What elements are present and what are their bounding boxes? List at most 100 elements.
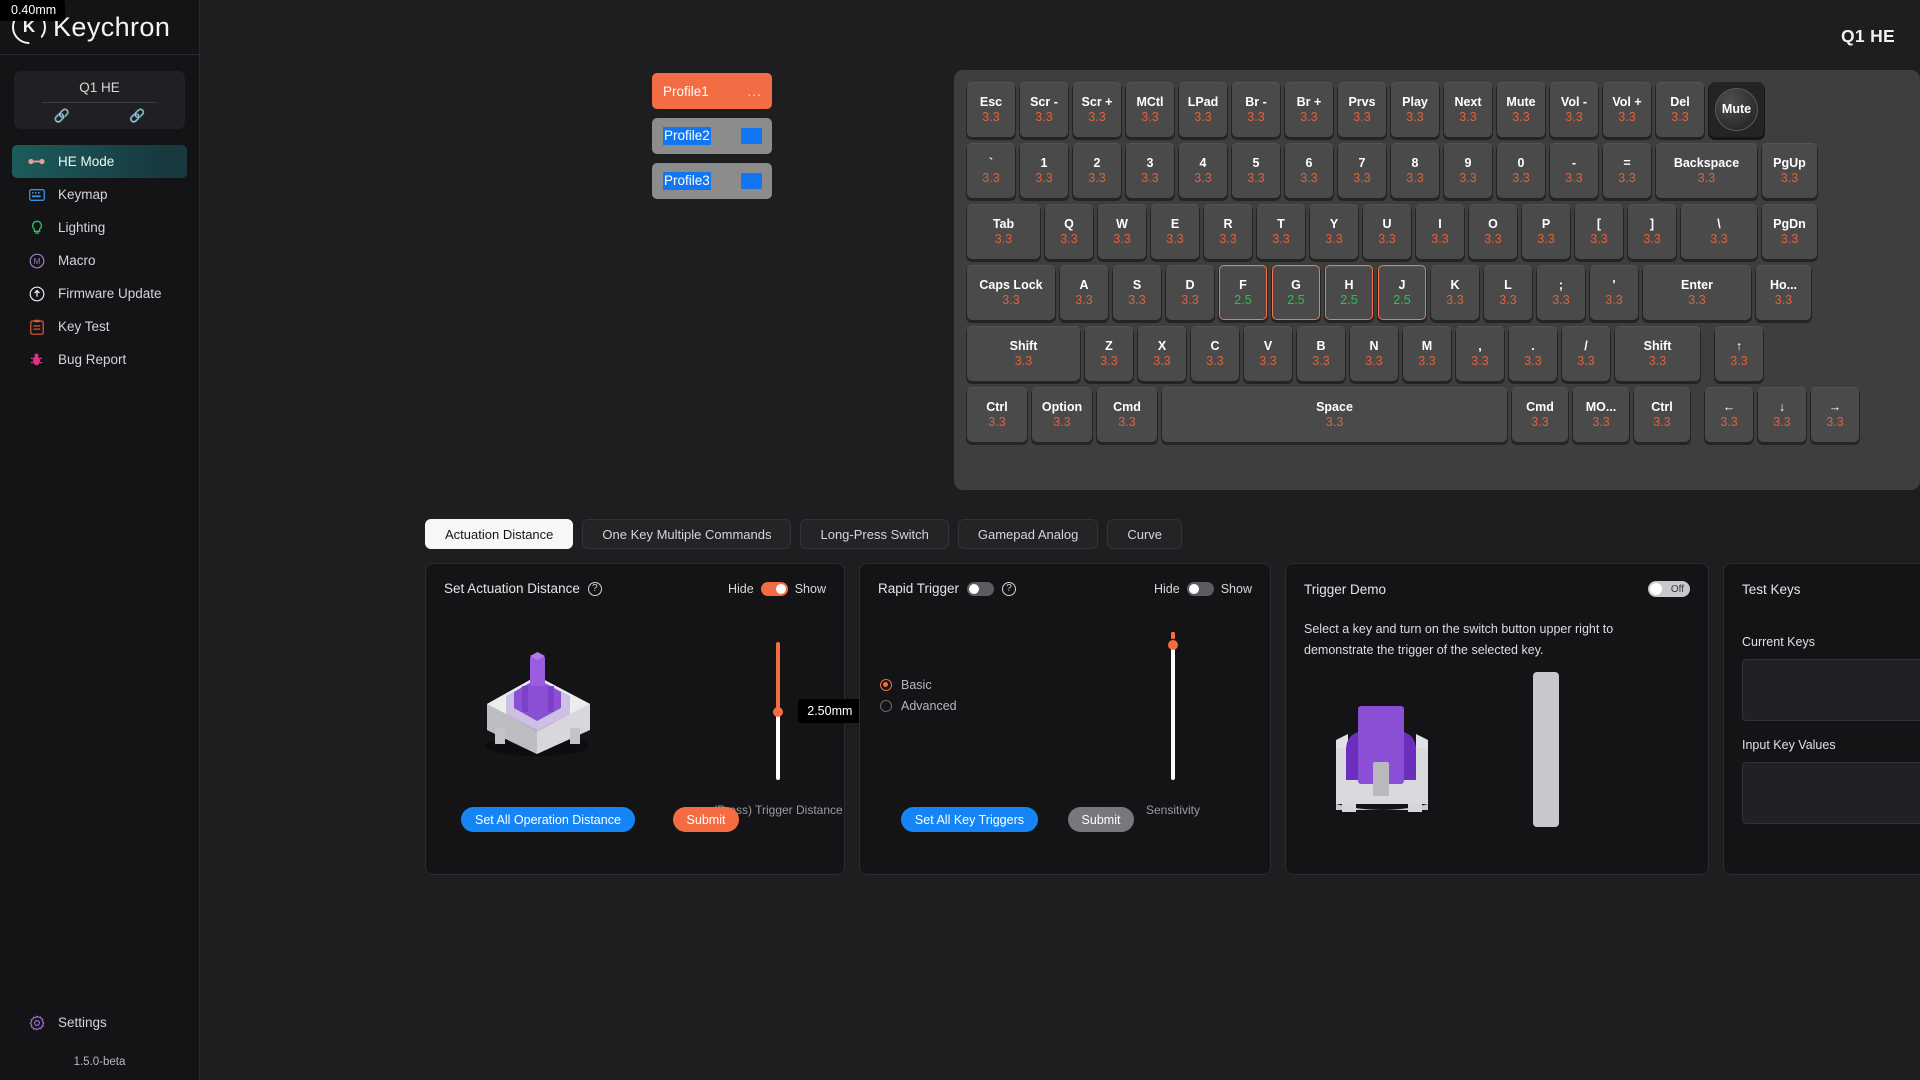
key-C[interactable]: C 3.3 <box>1191 326 1239 381</box>
key-Br -[interactable]: Br -3.3 <box>1232 82 1280 137</box>
key-'[interactable]: ' 3.3 <box>1590 265 1638 320</box>
key-PgDn[interactable]: PgDn 3.3 <box>1762 204 1817 259</box>
key-Scr -[interactable]: Scr -3.3 <box>1020 82 1068 137</box>
key-↑[interactable]: ↑ 3.3 <box>1715 326 1763 381</box>
key-E[interactable]: E 3.3 <box>1151 204 1199 259</box>
set-all-key-triggers-button[interactable]: Set All Key Triggers <box>900 807 1038 832</box>
sidebar-item-firmware-update[interactable]: Firmware Update <box>12 277 187 310</box>
key-U[interactable]: U 3.3 <box>1363 204 1411 259</box>
key-H[interactable]: H 2.5 <box>1325 265 1373 320</box>
sidebar-item-keymap[interactable]: Keymap <box>12 178 187 211</box>
tab-long-press-switch[interactable]: Long-Press Switch <box>800 519 949 549</box>
key-;[interactable]: ; 3.3 <box>1537 265 1585 320</box>
key-Shift[interactable]: Shift 3.3 <box>967 326 1080 381</box>
encoder-knob-mute[interactable]: Mute <box>1709 82 1764 137</box>
submit-rapid-trigger-button[interactable]: Submit <box>1068 807 1134 832</box>
key-N[interactable]: N 3.3 <box>1350 326 1398 381</box>
link-icon[interactable]: 🔗 <box>54 109 70 122</box>
key-Option[interactable]: Option 3.3 <box>1032 387 1092 442</box>
tab-one-key-multiple-commands[interactable]: One Key Multiple Commands <box>582 519 792 549</box>
hide-show-toggle[interactable] <box>1186 581 1214 596</box>
key-=[interactable]: = 3.3 <box>1603 143 1651 198</box>
slider-thumb[interactable] <box>1168 639 1178 650</box>
key-Cmd[interactable]: Cmd 3.3 <box>1097 387 1157 442</box>
key-MCtl[interactable]: MCtl 3.3 <box>1126 82 1174 137</box>
key-Scr +[interactable]: Scr +3.3 <box>1073 82 1121 137</box>
key-P[interactable]: P 3.3 <box>1522 204 1570 259</box>
key-7[interactable]: 7 3.3 <box>1338 143 1386 198</box>
key-←[interactable]: ← 3.3 <box>1705 387 1753 442</box>
key-,[interactable]: , 3.3 <box>1456 326 1504 381</box>
key-Cmd[interactable]: Cmd 3.3 <box>1512 387 1568 442</box>
sidebar-item-macro[interactable]: M Macro <box>12 244 187 277</box>
link-broken-icon[interactable]: 🔗 <box>129 109 145 122</box>
actuation-slider[interactable]: 2.50mm (Press) Trigger Distance <box>678 642 878 817</box>
key-[[interactable]: [3.3 <box>1575 204 1623 259</box>
profile-menu-icon[interactable]: ... <box>741 173 762 189</box>
submit-actuation-button[interactable]: Submit <box>673 807 739 832</box>
key-G[interactable]: G 2.5 <box>1272 265 1320 320</box>
key-0[interactable]: 0 3.3 <box>1497 143 1545 198</box>
key-Del[interactable]: Del 3.3 <box>1656 82 1704 137</box>
sidebar-item-lighting[interactable]: Lighting <box>12 211 187 244</box>
key-Space[interactable]: Space 3.3 <box>1162 387 1507 442</box>
key-Y[interactable]: Y 3.3 <box>1310 204 1358 259</box>
key-M[interactable]: M 3.3 <box>1403 326 1451 381</box>
key-W[interactable]: W 3.3 <box>1098 204 1146 259</box>
sidebar-item-key-test[interactable]: Key Test <box>12 310 187 343</box>
key-K[interactable]: K 3.3 <box>1431 265 1479 320</box>
key-Br +[interactable]: Br +3.3 <box>1285 82 1333 137</box>
key-X[interactable]: X 3.3 <box>1138 326 1186 381</box>
key-Vol +[interactable]: Vol +3.3 <box>1603 82 1651 137</box>
tab-gamepad-analog[interactable]: Gamepad Analog <box>957 519 1099 549</box>
rapid-trigger-enable-toggle[interactable] <box>967 581 995 596</box>
key-Vol -[interactable]: Vol -3.3 <box>1550 82 1598 137</box>
key-Z[interactable]: Z 3.3 <box>1085 326 1133 381</box>
key--[interactable]: -3.3 <box>1550 143 1598 198</box>
key-6[interactable]: 6 3.3 <box>1285 143 1333 198</box>
key-3[interactable]: 3 3.3 <box>1126 143 1174 198</box>
key-T[interactable]: T 3.3 <box>1257 204 1305 259</box>
key-Q[interactable]: Q 3.3 <box>1045 204 1093 259</box>
key-F[interactable]: F 2.5 <box>1219 265 1267 320</box>
tab-actuation-distance[interactable]: Actuation Distance <box>425 519 574 549</box>
key-O[interactable]: O 3.3 <box>1469 204 1517 259</box>
key-Next[interactable]: Next 3.3 <box>1444 82 1492 137</box>
profile-item-3[interactable]: Profile3 ... <box>652 163 772 199</box>
key-4[interactable]: 4 3.3 <box>1179 143 1227 198</box>
key-5[interactable]: 5 3.3 <box>1232 143 1280 198</box>
hide-show-toggle[interactable] <box>760 581 788 596</box>
trigger-demo-toggle[interactable]: Off <box>1648 581 1690 597</box>
sidebar-item-he-mode[interactable]: HE Mode <box>12 145 187 178</box>
key-8[interactable]: 8 3.3 <box>1391 143 1439 198</box>
key-\[interactable]: \ 3.3 <box>1681 204 1757 259</box>
key-1[interactable]: 1 3.3 <box>1020 143 1068 198</box>
profile-menu-icon[interactable]: ... <box>747 83 762 99</box>
slider-thumb[interactable] <box>773 707 783 718</box>
input-key-values-field[interactable] <box>1742 762 1920 824</box>
key-9[interactable]: 9 3.3 <box>1444 143 1492 198</box>
profile-item-1[interactable]: Profile1 ... <box>652 73 772 109</box>
key-2[interactable]: 2 3.3 <box>1073 143 1121 198</box>
key-Tab[interactable]: Tab 3.3 <box>967 204 1040 259</box>
question-icon[interactable]: ? <box>1002 581 1017 596</box>
key-J[interactable]: J 2.5 <box>1378 265 1426 320</box>
sidebar-item-settings[interactable]: Settings <box>12 1006 187 1039</box>
key-Esc[interactable]: Esc 3.3 <box>967 82 1015 137</box>
set-all-operation-distance-button[interactable]: Set All Operation Distance <box>461 807 635 832</box>
key-Ctrl[interactable]: Ctrl 3.3 <box>1634 387 1690 442</box>
key-Play[interactable]: Play 3.3 <box>1391 82 1439 137</box>
key-→[interactable]: → 3.3 <box>1811 387 1859 442</box>
key-`[interactable]: ` 3.3 <box>967 143 1015 198</box>
question-icon[interactable]: ? <box>587 581 602 596</box>
key-][interactable]: ] 3.3 <box>1628 204 1676 259</box>
current-keys-field[interactable] <box>1742 659 1920 721</box>
key-S[interactable]: S 3.3 <box>1113 265 1161 320</box>
key-Caps Lock[interactable]: Caps Lock 3.3 <box>967 265 1055 320</box>
key-Enter[interactable]: Enter 3.3 <box>1643 265 1751 320</box>
profile-item-2[interactable]: Profile2 ... <box>652 118 772 154</box>
key-MO...[interactable]: MO... 3.3 <box>1573 387 1629 442</box>
key-PgUp[interactable]: PgUp 3.3 <box>1762 143 1817 198</box>
key-Mute[interactable]: Mute 3.3 <box>1497 82 1545 137</box>
sidebar-item-bug-report[interactable]: Bug Report <box>12 343 187 376</box>
